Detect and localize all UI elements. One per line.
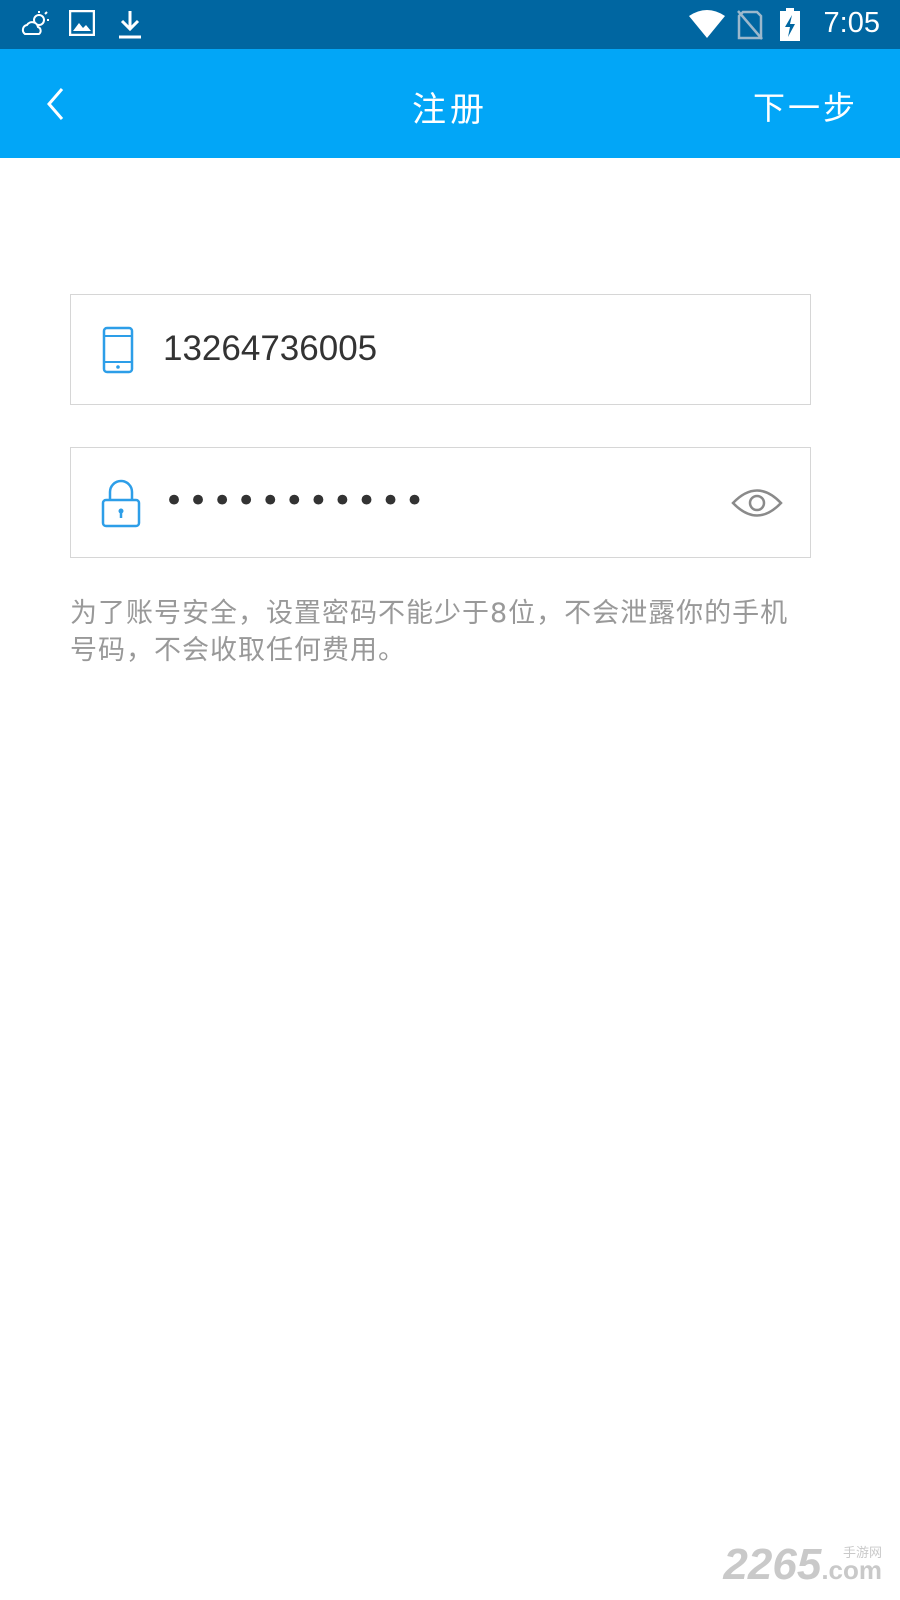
wifi-icon [689,10,725,42]
battery-charging-icon [779,8,801,46]
download-icon [117,10,143,44]
password-hint: 为了账号安全，设置密码不能少于8位，不会泄露你的手机号码，不会收取任何费用。 [70,598,789,666]
watermark-site: 手游网 [842,1545,882,1560]
phone-icon [101,325,135,379]
password-field[interactable]: ••••••••••• [70,447,811,558]
app-bar: 注册 下一步 [0,49,900,158]
show-password-toggle[interactable] [730,484,784,522]
no-sim-icon [737,10,763,44]
phone-input[interactable]: 13264736005 [163,329,377,369]
weather-cloud-icon [20,10,50,42]
watermark-logo: 2265.com 手游网 [723,1540,882,1590]
watermark-number: 2265 [723,1540,822,1589]
status-time: 7:05 [823,7,880,39]
lock-icon [101,478,141,532]
phone-field[interactable]: 13264736005 [70,294,811,405]
next-step-button[interactable]: 下一步 [753,83,858,129]
status-bar: 7:05 [0,0,900,49]
eye-icon [731,489,783,517]
password-input[interactable]: ••••••••••• [164,481,429,521]
image-icon [68,9,96,40]
